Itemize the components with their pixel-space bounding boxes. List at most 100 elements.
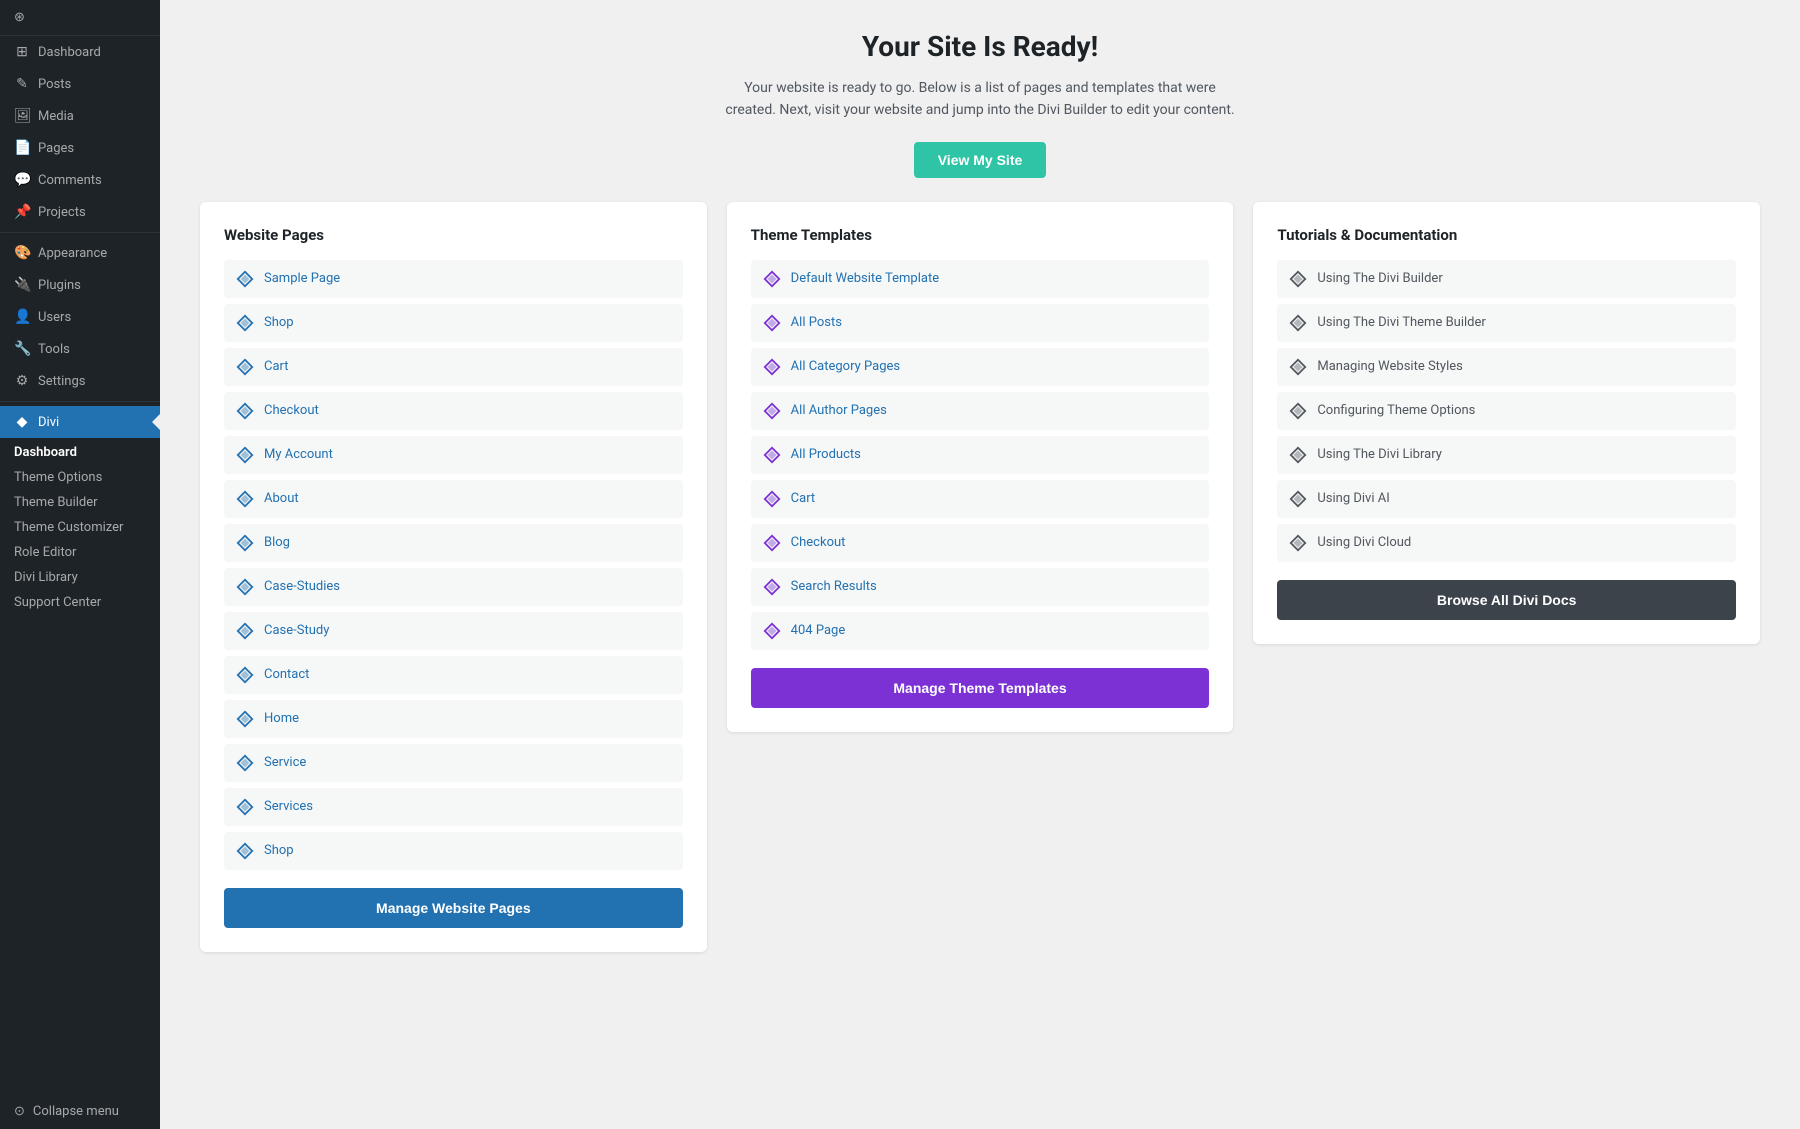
list-item[interactable]: Cart: [751, 480, 1210, 518]
divi-page-icon: [236, 402, 254, 420]
list-item[interactable]: Services: [224, 788, 683, 826]
list-item[interactable]: Shop: [224, 304, 683, 342]
list-item[interactable]: All Products: [751, 436, 1210, 474]
list-item[interactable]: 404 Page: [751, 612, 1210, 650]
sidebar-item-label: Appearance: [38, 246, 107, 261]
divi-sub-theme-customizer[interactable]: Theme Customizer: [0, 515, 160, 540]
list-item[interactable]: Configuring Theme Options: [1277, 392, 1736, 430]
divi-doc-icon: [1289, 446, 1307, 464]
divi-page-icon: [236, 754, 254, 772]
sidebar-item-divi[interactable]: ◆ Divi: [0, 406, 160, 438]
browse-docs-button[interactable]: Browse All Divi Docs: [1277, 580, 1736, 620]
sidebar: ⊛ ⊞ Dashboard ✎ Posts 🖼 Media 📄 Pages 💬 …: [0, 0, 160, 1129]
tutorials-card: Tutorials & Documentation Using The Divi…: [1253, 202, 1760, 644]
sidebar-item-label: Plugins: [38, 278, 81, 293]
users-icon: 👤: [14, 309, 30, 325]
sidebar-item-label: Settings: [38, 374, 85, 389]
divi-page-icon: [236, 666, 254, 684]
list-item[interactable]: Using The Divi Builder: [1277, 260, 1736, 298]
divi-template-icon: [763, 358, 781, 376]
divi-page-icon: [236, 358, 254, 376]
collapse-label: Collapse menu: [33, 1104, 119, 1119]
sidebar-item-settings[interactable]: ⚙ Settings: [0, 365, 160, 397]
sidebar-item-projects[interactable]: 📌 Projects: [0, 196, 160, 228]
divi-sub-library[interactable]: Divi Library: [0, 565, 160, 590]
website-pages-card: Website Pages Sample Page Shop Cart Chec…: [200, 202, 707, 952]
tutorials-title: Tutorials & Documentation: [1277, 226, 1736, 244]
settings-icon: ⚙: [14, 373, 30, 389]
comments-icon: 💬: [14, 172, 30, 188]
projects-icon: 📌: [14, 204, 30, 220]
sidebar-item-label: Dashboard: [38, 45, 101, 60]
wp-logo: ⊛: [0, 0, 160, 36]
list-item[interactable]: All Author Pages: [751, 392, 1210, 430]
theme-templates-card: Theme Templates Default Website Template…: [727, 202, 1234, 732]
dashboard-icon: ⊞: [14, 44, 30, 60]
sidebar-item-posts[interactable]: ✎ Posts: [0, 68, 160, 100]
divi-template-icon: [763, 446, 781, 464]
divi-page-icon: [236, 534, 254, 552]
divi-sub-dashboard[interactable]: Dashboard: [0, 440, 160, 465]
sidebar-item-dashboard[interactable]: ⊞ Dashboard: [0, 36, 160, 68]
divi-page-icon: [236, 798, 254, 816]
sidebar-item-pages[interactable]: 📄 Pages: [0, 132, 160, 164]
sidebar-divi-label: Divi: [38, 415, 59, 430]
divi-sub-role-editor[interactable]: Role Editor: [0, 540, 160, 565]
list-item[interactable]: Checkout: [751, 524, 1210, 562]
divi-template-icon: [763, 578, 781, 596]
sidebar-item-appearance[interactable]: 🎨 Appearance: [0, 237, 160, 269]
sidebar-item-plugins[interactable]: 🔌 Plugins: [0, 269, 160, 301]
divi-doc-icon: [1289, 534, 1307, 552]
list-item[interactable]: Sample Page: [224, 260, 683, 298]
divi-sub-support[interactable]: Support Center: [0, 590, 160, 615]
sidebar-item-comments[interactable]: 💬 Comments: [0, 164, 160, 196]
divi-sub-theme-options[interactable]: Theme Options: [0, 465, 160, 490]
columns-wrapper: Website Pages Sample Page Shop Cart Chec…: [200, 202, 1760, 952]
divi-doc-icon: [1289, 314, 1307, 332]
sidebar-divider-1: [0, 232, 160, 233]
divi-doc-icon: [1289, 358, 1307, 376]
theme-templates-title: Theme Templates: [751, 226, 1210, 244]
sidebar-item-media[interactable]: 🖼 Media: [0, 100, 160, 132]
divi-sub-theme-builder[interactable]: Theme Builder: [0, 490, 160, 515]
list-item[interactable]: Checkout: [224, 392, 683, 430]
list-item[interactable]: Using Divi Cloud: [1277, 524, 1736, 562]
list-item[interactable]: Cart: [224, 348, 683, 386]
list-item[interactable]: Home: [224, 700, 683, 738]
list-item[interactable]: Search Results: [751, 568, 1210, 606]
list-item[interactable]: Default Website Template: [751, 260, 1210, 298]
list-item[interactable]: Using The Divi Library: [1277, 436, 1736, 474]
media-icon: 🖼: [14, 108, 30, 124]
divi-page-icon: [236, 578, 254, 596]
list-item[interactable]: Case-Study: [224, 612, 683, 650]
view-site-button[interactable]: View My Site: [914, 142, 1047, 178]
page-header: Your Site Is Ready! Your website is read…: [200, 30, 1760, 178]
divi-submenu: Dashboard Theme Options Theme Builder Th…: [0, 438, 160, 617]
list-item[interactable]: About: [224, 480, 683, 518]
list-item[interactable]: My Account: [224, 436, 683, 474]
list-item[interactable]: Managing Website Styles: [1277, 348, 1736, 386]
sidebar-item-label: Posts: [38, 77, 71, 92]
list-item[interactable]: Contact: [224, 656, 683, 694]
list-item[interactable]: Blog: [224, 524, 683, 562]
page-title: Your Site Is Ready!: [200, 30, 1760, 63]
manage-theme-templates-button[interactable]: Manage Theme Templates: [751, 668, 1210, 708]
list-item[interactable]: Using The Divi Theme Builder: [1277, 304, 1736, 342]
sidebar-item-tools[interactable]: 🔧 Tools: [0, 333, 160, 365]
sidebar-item-label: Projects: [38, 205, 86, 220]
sidebar-item-users[interactable]: 👤 Users: [0, 301, 160, 333]
list-item[interactable]: All Category Pages: [751, 348, 1210, 386]
collapse-menu-button[interactable]: ⊙ Collapse menu: [0, 1094, 160, 1129]
divi-template-icon: [763, 314, 781, 332]
list-item[interactable]: Service: [224, 744, 683, 782]
list-item[interactable]: Using Divi AI: [1277, 480, 1736, 518]
manage-website-pages-button[interactable]: Manage Website Pages: [224, 888, 683, 928]
main-content: Your Site Is Ready! Your website is read…: [160, 0, 1800, 1129]
list-item[interactable]: Case-Studies: [224, 568, 683, 606]
list-item[interactable]: All Posts: [751, 304, 1210, 342]
theme-templates-list: Default Website Template All Posts All C…: [751, 260, 1210, 650]
divi-page-icon: [236, 490, 254, 508]
divi-page-icon: [236, 622, 254, 640]
divi-page-icon: [236, 446, 254, 464]
list-item[interactable]: Shop: [224, 832, 683, 870]
